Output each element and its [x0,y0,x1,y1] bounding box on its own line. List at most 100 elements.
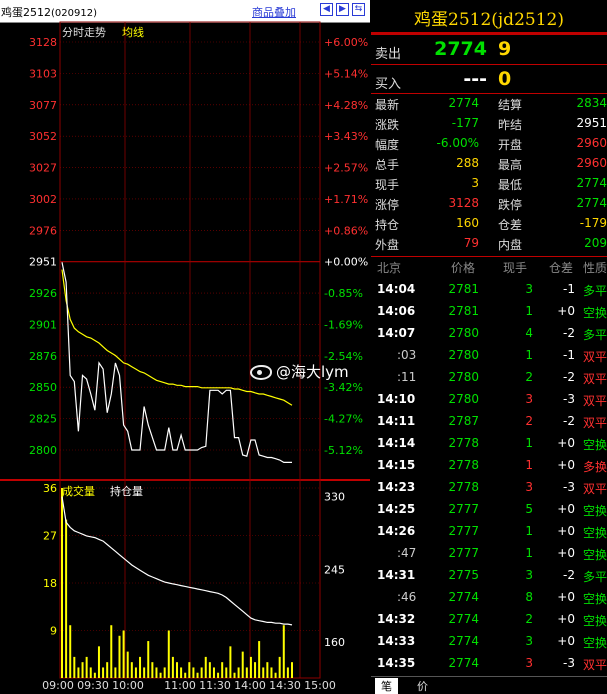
price-tick-label: 2926 [29,287,57,300]
stat-label: 昨结 [498,118,523,132]
stat-label: 最高 [498,158,523,172]
time-tick-label: 14:30 [269,679,301,692]
tick-price: 2787 [448,414,479,428]
tick-row[interactable]: 14:32 2774 2 +0 空换 [371,608,607,630]
tick-oi-change: +0 [557,634,575,648]
stat-value: 2960 [576,136,607,150]
tick-time: 14:31 [377,568,416,582]
tick-nature: 多平 [583,284,607,298]
tick-oi-change: +0 [557,612,575,626]
tick-volume: 5 [525,502,533,516]
tick-nature: 多平 [583,570,607,584]
tick-nature: 双平 [583,350,607,364]
tick-oi-change: -3 [563,392,575,406]
price-tick-label: 3128 [29,36,57,49]
tick-price: 2777 [448,546,479,560]
tick-row[interactable]: 14:11 2787 2 -2 双平 [371,410,607,432]
sell-volume: 9 [498,38,512,60]
tick-row[interactable]: :46 2774 8 +0 空换 [371,586,607,608]
tick-oi-change: -2 [563,414,575,428]
tick-price: 2777 [448,524,479,538]
tick-time: 14:25 [377,502,416,516]
stat-row: 现手 3 最低 2774 [371,176,607,194]
stat-value: 160 [456,216,479,230]
stat-value: 2834 [576,96,607,110]
tick-row[interactable]: 14:04 2781 3 -1 多平 [371,278,607,300]
oi-tick-label: 330 [324,491,345,504]
stat-value: 2774 [448,96,479,110]
tick-volume: 3 [525,634,533,648]
tick-price: 2778 [448,458,479,472]
pct-tick-label: +0.86% [324,224,368,237]
stat-label: 最新 [375,98,400,112]
tick-row[interactable]: 14:15 2778 1 +0 多换 [371,454,607,476]
tick-row[interactable]: :47 2777 1 +0 空换 [371,542,607,564]
tick-row[interactable]: 14:31 2775 3 -2 多平 [371,564,607,586]
time-tick-label: 14:00 [234,679,266,692]
volume-tick-label: 18 [43,577,57,590]
volume-tick-label: 27 [43,530,57,543]
avg-line-label: 均线 [122,26,144,39]
buy-row: 买入 --- 0 [375,68,512,92]
stat-row: 涨跌 -177 昨结 2951 [371,116,607,134]
tick-time: 14:10 [377,392,416,406]
tick-volume: 2 [525,414,533,428]
tick-volume: 2 [525,612,533,626]
tick-time: :03 [397,348,417,362]
stat-label: 内盘 [498,238,523,252]
sell-row: 卖出 2774 9 [375,38,512,62]
stat-label: 总手 [375,158,400,172]
tick-price: 2774 [448,634,479,648]
tick-oi-change: -1 [563,348,575,362]
time-tick-label: 10:00 [112,679,144,692]
pct-tick-label: +4.28% [324,99,368,112]
pct-tick-label: -4.27% [324,413,363,426]
tick-row[interactable]: 14:35 2774 3 -3 双平 [371,652,607,674]
pct-tick-label: -5.12% [324,444,363,457]
tick-price: 2781 [448,304,479,318]
quote-header: 鸡蛋2512(jd2512) [371,0,607,35]
tick-time: 14:14 [377,436,416,450]
stat-row: 幅度 -6.00% 开盘 2960 [371,136,607,154]
tick-row[interactable]: 14:07 2780 4 -2 多平 [371,322,607,344]
tick-row[interactable]: 14:06 2781 1 +0 空换 [371,300,607,322]
tick-time: :47 [397,546,417,560]
price-tick-label: 2976 [29,224,57,237]
timeshare-chart[interactable]: 3128 +6.00% 3103 +5.14% 3077 +4.28% 3052 +3.43%… [0,0,370,692]
tick-oi-change: +0 [557,458,575,472]
tick-oi-change: +0 [557,436,575,450]
tick-oi-change: +0 [557,590,575,604]
tick-oi-change: -2 [563,326,575,340]
tick-row[interactable]: 14:14 2778 1 +0 空换 [371,432,607,454]
tick-nature: 空换 [583,306,607,320]
tick-nature: 双平 [583,658,607,672]
tick-row[interactable]: 14:33 2774 3 +0 空换 [371,630,607,652]
tick-row[interactable]: 14:10 2780 3 -3 双平 [371,388,607,410]
watermark: @海大lym [250,361,349,382]
tick-price: 2778 [448,480,479,494]
price-tick-label: 3077 [29,99,57,112]
tick-oi-change: +0 [557,502,575,516]
tick-row[interactable]: 14:25 2777 5 +0 空换 [371,498,607,520]
stat-row: 总手 288 最高 2960 [371,156,607,174]
tick-row[interactable]: :03 2780 1 -1 双平 [371,344,607,366]
pct-tick-label: +5.14% [324,67,368,80]
tick-row[interactable]: 14:26 2777 1 +0 空换 [371,520,607,542]
tick-price: 2780 [448,370,479,384]
tick-volume: 2 [525,370,533,384]
stat-label: 幅度 [375,138,400,152]
stat-label: 开盘 [498,138,523,152]
stat-label: 结算 [498,98,523,112]
tick-row[interactable]: 14:23 2778 3 -3 双平 [371,476,607,498]
tick-volume: 1 [525,436,533,450]
tick-nature: 空换 [583,614,607,628]
stat-label: 现手 [375,178,400,192]
pct-tick-label: -0.85% [324,287,363,300]
stat-value: 79 [463,236,479,250]
tick-oi-change: -2 [563,370,575,384]
tick-row[interactable]: :11 2780 2 -2 双平 [371,366,607,388]
tick-price: 2778 [448,436,479,450]
tick-volume: 1 [525,348,533,362]
stat-value: 2960 [576,156,607,170]
buy-volume: 0 [498,68,512,90]
